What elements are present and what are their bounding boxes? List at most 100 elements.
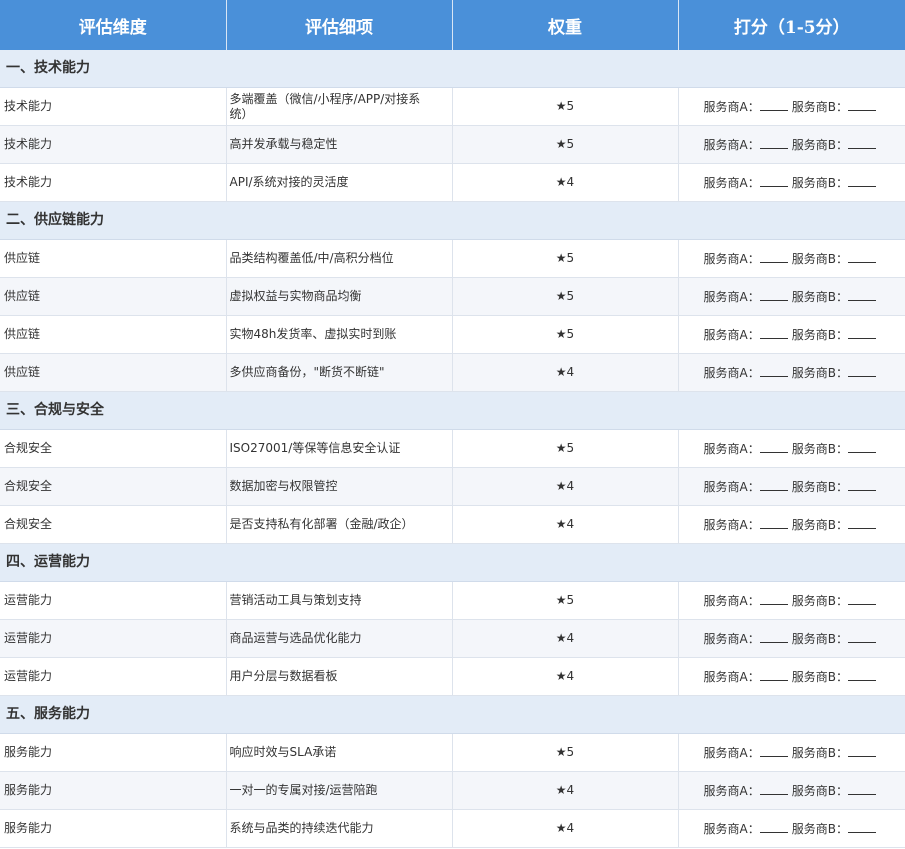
dimension-cell: 供应链	[0, 277, 227, 316]
table-header: 评估维度 评估细项 权重 打分（1-5分）	[0, 0, 905, 50]
weight-cell: ★5	[452, 429, 679, 468]
vendor-b-label: 服务商B：	[791, 821, 848, 836]
weight-cell: ★4	[452, 809, 679, 848]
detail-cell: 一对一的专属对接/运营陪跑	[226, 771, 453, 810]
vendor-b-label: 服务商B：	[791, 479, 848, 494]
vendor-b-score-blank[interactable]	[847, 783, 876, 795]
score-cell: 服务商A： 服务商B：	[678, 277, 905, 316]
table-row: 供应链 虚拟权益与实物商品均衡 ★5 服务商A： 服务商B：	[0, 277, 905, 316]
vendor-a-score-blank[interactable]	[759, 327, 788, 339]
dimension-cell: 服务能力	[0, 771, 227, 810]
vendor-b-score-blank[interactable]	[847, 137, 876, 149]
table-row: 合规安全 数据加密与权限管控 ★4 服务商A： 服务商B：	[0, 467, 905, 506]
vendor-b-score-blank[interactable]	[847, 289, 876, 301]
vendor-a-score-blank[interactable]	[759, 251, 788, 263]
vendor-a-label: 服务商A：	[703, 441, 760, 456]
vendor-b-score-blank[interactable]	[847, 631, 876, 643]
vendor-a-score-blank[interactable]	[759, 745, 788, 757]
vendor-a-label: 服务商A：	[703, 99, 760, 114]
vendor-b-score-blank[interactable]	[847, 365, 876, 377]
score-cell: 服务商A： 服务商B：	[678, 315, 905, 354]
vendor-b-score-blank[interactable]	[847, 441, 876, 453]
header-dimension: 评估维度	[0, 0, 227, 50]
vendor-a-score-blank[interactable]	[759, 99, 788, 111]
vendor-a-score-blank[interactable]	[759, 669, 788, 681]
section-row: 五、服务能力	[0, 695, 905, 734]
dimension-cell: 运营能力	[0, 657, 227, 696]
detail-cell: 多供应商备份，"断货不断链"	[226, 353, 453, 392]
detail-cell: 营销活动工具与策划支持	[226, 581, 453, 620]
vendor-b-label: 服务商B：	[791, 289, 848, 304]
section-title: 四、运营能力	[0, 543, 905, 582]
vendor-a-label: 服务商A：	[703, 365, 760, 380]
vendor-b-score-blank[interactable]	[847, 669, 876, 681]
weight-cell: ★4	[452, 771, 679, 810]
vendor-b-score-blank[interactable]	[847, 821, 876, 833]
score-cell: 服务商A： 服务商B：	[678, 619, 905, 658]
vendor-b-label: 服务商B：	[791, 137, 848, 152]
dimension-cell: 运营能力	[0, 619, 227, 658]
score-cell: 服务商A： 服务商B：	[678, 125, 905, 164]
vendor-b-score-blank[interactable]	[847, 251, 876, 263]
vendor-b-score-blank[interactable]	[847, 517, 876, 529]
vendor-b-label: 服务商B：	[791, 327, 848, 342]
vendor-a-score-blank[interactable]	[759, 821, 788, 833]
vendor-a-label: 服务商A：	[703, 517, 760, 532]
score-cell: 服务商A： 服务商B：	[678, 163, 905, 202]
vendor-b-score-blank[interactable]	[847, 327, 876, 339]
table-body: 一、技术能力 技术能力 多端覆盖（微信/小程序/APP/对接系统） ★5 服务商A： 服务…	[0, 50, 905, 848]
table-row: 合规安全 是否支持私有化部署（金融/政企） ★4 服务商A： 服务商B：	[0, 505, 905, 544]
vendor-b-score-blank[interactable]	[847, 175, 876, 187]
detail-cell: 实物48h发货率、虚拟实时到账	[226, 315, 453, 354]
score-cell: 服务商A： 服务商B：	[678, 505, 905, 544]
vendor-a-score-blank[interactable]	[759, 365, 788, 377]
vendor-b-label: 服务商B：	[791, 593, 848, 608]
vendor-b-label: 服务商B：	[791, 783, 848, 798]
vendor-b-label: 服务商B：	[791, 517, 848, 532]
section-title: 五、服务能力	[0, 695, 905, 734]
table-row: 运营能力 用户分层与数据看板 ★4 服务商A： 服务商B：	[0, 657, 905, 696]
vendor-a-score-blank[interactable]	[759, 593, 788, 605]
vendor-a-score-blank[interactable]	[759, 783, 788, 795]
vendor-a-label: 服务商A：	[703, 175, 760, 190]
vendor-b-score-blank[interactable]	[847, 99, 876, 111]
section-title: 三、合规与安全	[0, 391, 905, 430]
score-cell: 服务商A： 服务商B：	[678, 87, 905, 126]
vendor-b-score-blank[interactable]	[847, 593, 876, 605]
detail-cell: 系统与品类的持续迭代能力	[226, 809, 453, 848]
vendor-a-score-blank[interactable]	[759, 631, 788, 643]
vendor-a-score-blank[interactable]	[759, 289, 788, 301]
vendor-a-score-blank[interactable]	[759, 517, 788, 529]
vendor-a-score-blank[interactable]	[759, 137, 788, 149]
weight-cell: ★4	[452, 163, 679, 202]
score-cell: 服务商A： 服务商B：	[678, 353, 905, 392]
score-cell: 服务商A： 服务商B：	[678, 467, 905, 506]
vendor-a-score-blank[interactable]	[759, 175, 788, 187]
score-cell: 服务商A： 服务商B：	[678, 239, 905, 278]
vendor-b-label: 服务商B：	[791, 175, 848, 190]
vendor-b-score-blank[interactable]	[847, 479, 876, 491]
weight-cell: ★5	[452, 581, 679, 620]
vendor-a-label: 服务商A：	[703, 821, 760, 836]
vendor-b-label: 服务商B：	[791, 441, 848, 456]
vendor-a-label: 服务商A：	[703, 479, 760, 494]
dimension-cell: 合规安全	[0, 429, 227, 468]
table-row: 合规安全 ISO27001/等保等信息安全认证 ★5 服务商A： 服务商B：	[0, 429, 905, 468]
vendor-b-score-blank[interactable]	[847, 745, 876, 757]
header-weight: 权重	[452, 0, 679, 50]
vendor-a-score-blank[interactable]	[759, 441, 788, 453]
vendor-a-label: 服务商A：	[703, 783, 760, 798]
section-row: 二、供应链能力	[0, 201, 905, 240]
dimension-cell: 运营能力	[0, 581, 227, 620]
detail-cell: 用户分层与数据看板	[226, 657, 453, 696]
table-row: 技术能力 多端覆盖（微信/小程序/APP/对接系统） ★5 服务商A： 服务商B：	[0, 87, 905, 126]
weight-cell: ★4	[452, 619, 679, 658]
section-row: 三、合规与安全	[0, 391, 905, 430]
vendor-a-label: 服务商A：	[703, 327, 760, 342]
dimension-cell: 合规安全	[0, 505, 227, 544]
vendor-a-score-blank[interactable]	[759, 479, 788, 491]
dimension-cell: 供应链	[0, 353, 227, 392]
table-row: 服务能力 一对一的专属对接/运营陪跑 ★4 服务商A： 服务商B：	[0, 771, 905, 810]
header-score: 打分（1-5分）	[678, 0, 905, 50]
table-row: 运营能力 营销活动工具与策划支持 ★5 服务商A： 服务商B：	[0, 581, 905, 620]
